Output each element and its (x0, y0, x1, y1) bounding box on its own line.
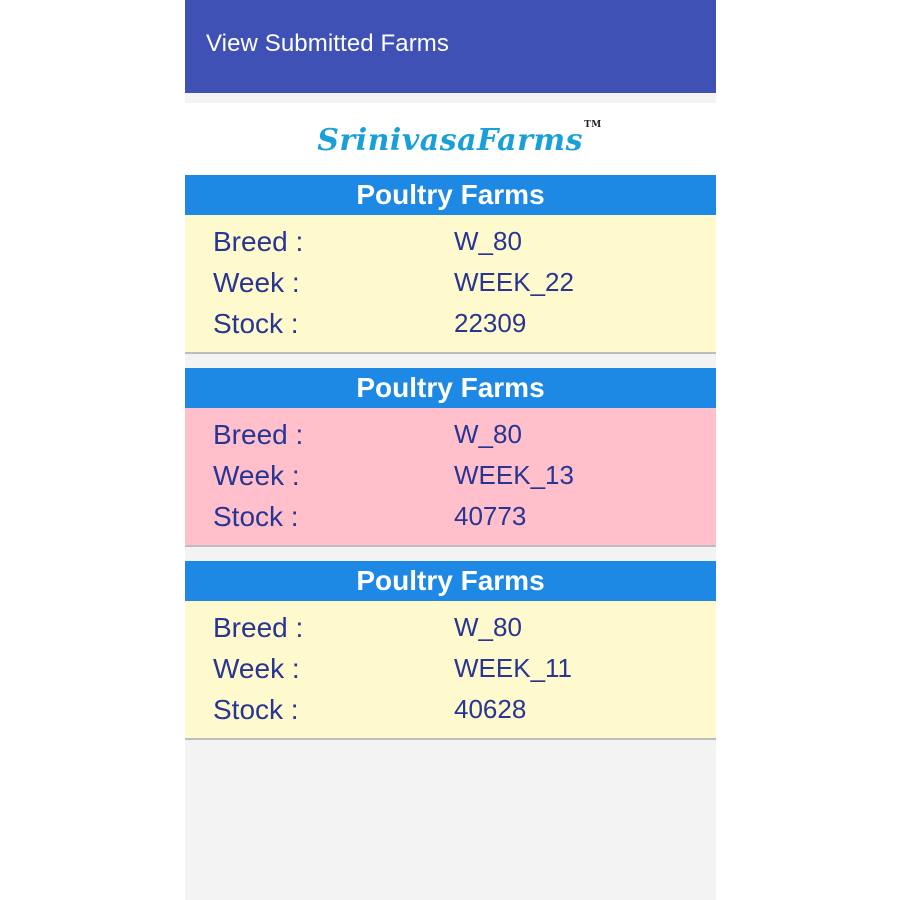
breed-label: Breed : (213, 225, 304, 257)
stock-value: 22309 (454, 308, 527, 338)
farm-card[interactable]: Poultry Farms Breed : W_80 Week : WEEK_1… (185, 368, 716, 547)
week-label: Week : (213, 266, 300, 298)
stock-value: 40773 (454, 501, 527, 531)
brand-logo: SrinivasaFarmsTM (317, 119, 602, 158)
breed-row: Breed : W_80 (185, 607, 716, 648)
farm-card[interactable]: Poultry Farms Breed : W_80 Week : WEEK_2… (185, 175, 716, 354)
stock-value: 40628 (454, 694, 527, 724)
week-value: WEEK_22 (454, 267, 574, 297)
logo-text: SrinivasaFarms (317, 122, 584, 158)
card-spacer (185, 547, 716, 561)
week-row: Week : WEEK_22 (185, 262, 716, 303)
breed-value: W_80 (454, 612, 522, 642)
breed-label: Breed : (213, 611, 304, 643)
week-row: Week : WEEK_13 (185, 455, 716, 496)
farm-card[interactable]: Poultry Farms Breed : W_80 Week : WEEK_1… (185, 561, 716, 740)
week-label: Week : (213, 459, 300, 491)
week-row: Week : WEEK_11 (185, 648, 716, 689)
breed-label: Breed : (213, 418, 304, 450)
week-label: Week : (213, 652, 300, 684)
breed-value: W_80 (454, 419, 522, 449)
stock-label: Stock : (213, 307, 299, 339)
card-header: Poultry Farms (185, 175, 716, 215)
breed-value: W_80 (454, 226, 522, 256)
stock-row: Stock : 40773 (185, 496, 716, 537)
card-header: Poultry Farms (185, 368, 716, 408)
week-value: WEEK_11 (454, 653, 573, 683)
stock-row: Stock : 40628 (185, 689, 716, 730)
app-bar: View Submitted Farms (185, 0, 716, 93)
phone-screen: View Submitted Farms SrinivasaFarmsTM Po… (185, 0, 716, 900)
app-title: View Submitted Farms (206, 29, 449, 57)
breed-row: Breed : W_80 (185, 414, 716, 455)
card-header: Poultry Farms (185, 561, 716, 601)
stock-label: Stock : (213, 693, 299, 725)
card-spacer (185, 354, 716, 368)
stock-row: Stock : 22309 (185, 303, 716, 344)
stock-label: Stock : (213, 500, 299, 532)
logo-area: SrinivasaFarmsTM (185, 103, 716, 175)
week-value: WEEK_13 (454, 460, 574, 490)
trademark-mark: TM (584, 119, 602, 130)
breed-row: Breed : W_80 (185, 221, 716, 262)
